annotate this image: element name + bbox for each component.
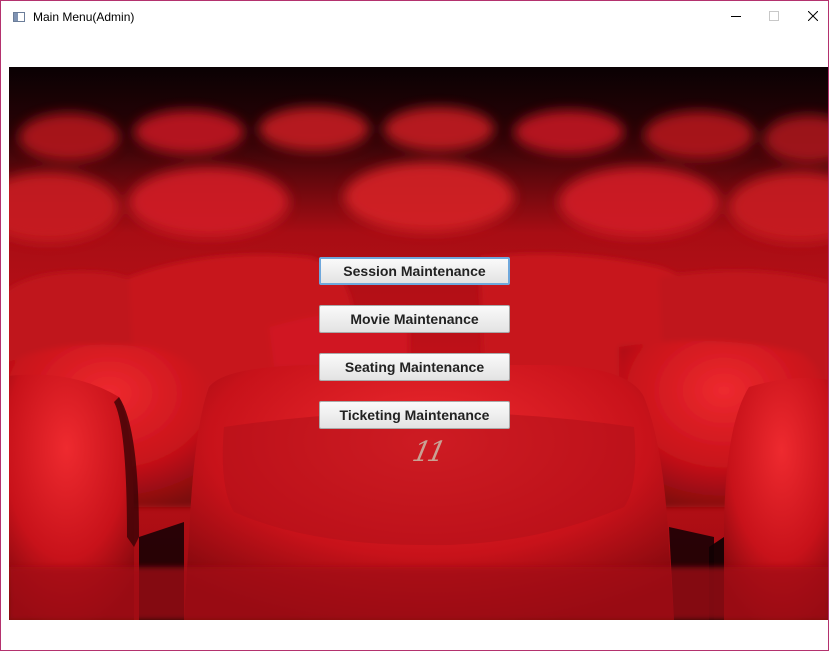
close-button[interactable]	[790, 1, 828, 31]
app-icon	[13, 12, 25, 22]
maximize-icon	[769, 11, 779, 21]
minimize-icon	[731, 16, 741, 17]
ticketing-maintenance-button[interactable]: Ticketing Maintenance	[319, 401, 510, 429]
bottom-padding	[1, 620, 828, 650]
movie-maintenance-button[interactable]: Movie Maintenance	[319, 305, 510, 333]
cinema-seats-image	[9, 67, 828, 620]
close-icon	[808, 11, 818, 21]
top-padding	[1, 31, 828, 67]
title-bar[interactable]: Main Menu(Admin)	[1, 1, 828, 31]
window-title: Main Menu(Admin)	[33, 10, 135, 24]
session-maintenance-button[interactable]: Session Maintenance	[319, 257, 510, 285]
cinema-seats-background: 11	[9, 67, 828, 620]
seating-maintenance-button[interactable]: Seating Maintenance	[319, 353, 510, 381]
